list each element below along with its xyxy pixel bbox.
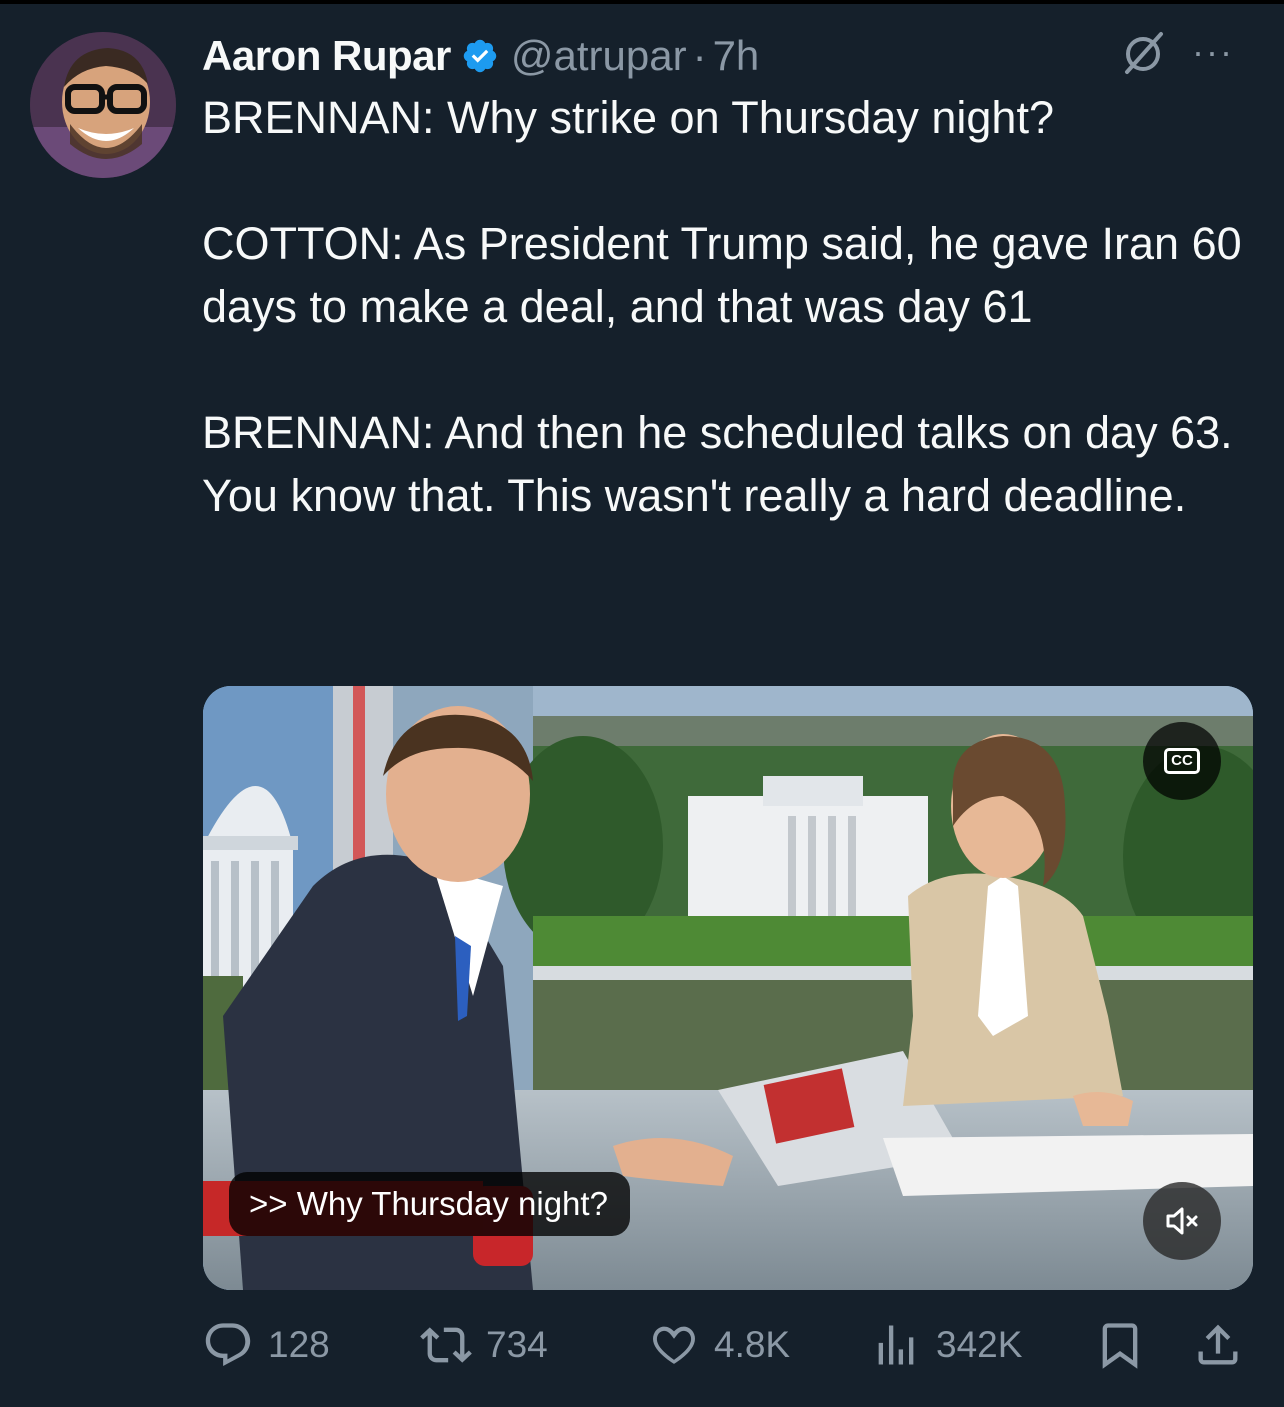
tweet-paragraph: COTTON: As President Trump said, he gave… [202, 218, 1242, 332]
tweet-header: Aaron Rupar @atrupar · 7h ··· [202, 28, 1262, 84]
tweet-paragraph: BRENNAN: Why strike on Thursday night? [202, 92, 1054, 143]
like-count: 4.8K [714, 1324, 791, 1365]
repost-button[interactable]: 734 [420, 1310, 548, 1380]
views-button[interactable]: 342K [870, 1310, 1022, 1380]
bookmark-button[interactable] [1094, 1310, 1146, 1380]
reply-count: 128 [268, 1324, 330, 1365]
reply-icon [205, 1323, 251, 1367]
mute-icon [1166, 1207, 1198, 1235]
separator-dot: · [692, 32, 707, 79]
tweet-actions: 128 734 4.8K 342K [202, 1310, 1262, 1380]
repost-icon [420, 1327, 472, 1363]
grok-icon[interactable] [1119, 28, 1169, 78]
cc-button[interactable]: CC [1143, 722, 1221, 800]
video-player[interactable]: >> Why Thursday night? CC [203, 686, 1253, 1290]
reply-button[interactable]: 128 [202, 1310, 330, 1380]
author-name[interactable]: Aaron Rupar [202, 32, 451, 80]
views-icon [878, 1325, 914, 1365]
share-icon [1198, 1324, 1238, 1365]
like-button[interactable]: 4.8K [648, 1310, 790, 1380]
bookmark-icon [1102, 1323, 1138, 1369]
more-icon[interactable]: ··· [1192, 34, 1234, 70]
tweet-body: BRENNAN: Why strike on Thursday night? C… [202, 86, 1262, 527]
mute-button[interactable] [1143, 1182, 1221, 1260]
timestamp[interactable]: 7h [713, 32, 760, 80]
top-edge [0, 0, 1284, 4]
tweet-paragraph: BRENNAN: And then he scheduled talks on … [202, 407, 1233, 521]
share-button[interactable] [1192, 1310, 1244, 1380]
like-icon [653, 1326, 695, 1364]
repost-count: 734 [486, 1324, 548, 1365]
avatar-image [30, 32, 176, 178]
video-caption: >> Why Thursday night? [229, 1172, 630, 1236]
author-handle[interactable]: @atrupar [511, 32, 687, 80]
avatar[interactable] [30, 32, 176, 178]
verified-badge-icon [463, 39, 497, 73]
cc-icon: CC [1164, 748, 1200, 774]
views-count: 342K [936, 1324, 1023, 1365]
